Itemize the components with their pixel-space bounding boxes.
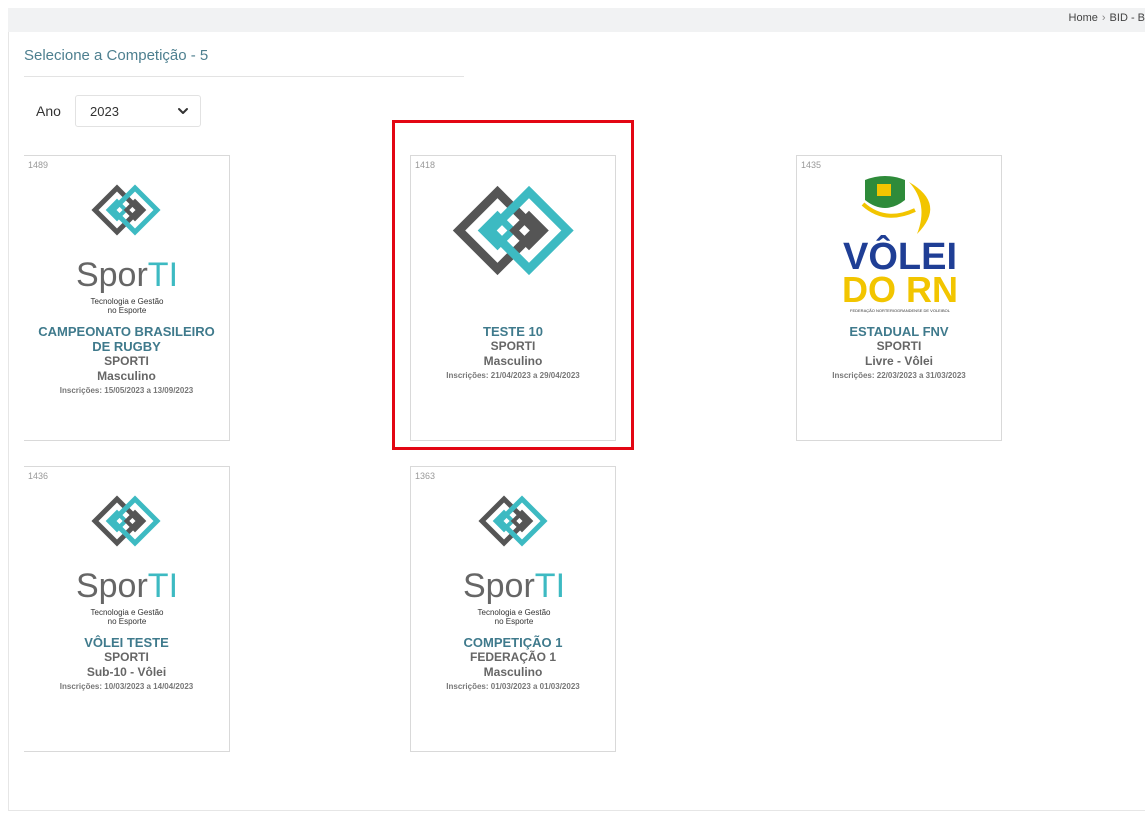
competition-name: TESTE 10 — [483, 324, 543, 339]
competition-logo: VÔLEI DO RN FEDERAÇÃO NORTERIOGRANDENSE … — [797, 174, 1001, 324]
competition-organizer: FEDERAÇÃO 1 — [469, 650, 556, 664]
breadcrumb: Home › BID - B — [1069, 12, 1145, 24]
competition-text: TESTE 10 SPORTI Masculino Inscrições: 21… — [417, 324, 609, 383]
competition-organizer: SPORTI — [104, 650, 149, 664]
svg-text:Tecnologia e Gestão: Tecnologia e Gestão — [91, 608, 164, 617]
competition-category: Masculino — [483, 354, 543, 368]
competition-id: 1436 — [28, 471, 49, 481]
year-select-value: 2023 — [90, 104, 119, 119]
svg-text:no Esporte: no Esporte — [108, 306, 147, 315]
competition-id: 1435 — [801, 160, 822, 170]
svg-text:no Esporte: no Esporte — [108, 617, 147, 626]
competition-card[interactable]: 1418 TESTE 10 SPORTI Masculino Inscriçõe… — [410, 155, 616, 441]
competition-name: CAMPEONATO BRASILEIRO DE RUGBY — [38, 324, 215, 354]
competition-logo: SporTI Tecnologia e Gestão no Esporte — [24, 174, 229, 324]
competition-registration-dates: Inscrições: 10/03/2023 a 14/04/2023 — [59, 682, 194, 691]
competition-category: Livre - Vôlei — [864, 354, 934, 368]
competition-logo — [411, 174, 615, 324]
competition-logo: SporTI Tecnologia e Gestão no Esporte — [24, 485, 229, 635]
competition-card[interactable]: 1363 SporTI Tecnologia e Gestão no Espor… — [410, 466, 616, 752]
volei-rn-logo: VÔLEI DO RN FEDERAÇÃO NORTERIOGRANDENSE … — [842, 176, 958, 313]
competition-logo: SporTI Tecnologia e Gestão no Esporte — [411, 485, 615, 635]
competition-card[interactable]: 1435 VÔLEI DO RN FEDERAÇÃO NORTERIOGRAND… — [796, 155, 1002, 441]
breadcrumb-home-link[interactable]: Home — [1069, 12, 1098, 24]
competition-text: CAMPEONATO BRASILEIRO DE RUGBY SPORTI Ma… — [30, 324, 223, 398]
year-label: Ano — [36, 103, 61, 119]
competition-category: Sub-10 - Vôlei — [86, 665, 167, 679]
svg-text:no Esporte: no Esporte — [495, 617, 534, 626]
svg-text:DO RN: DO RN — [842, 269, 958, 310]
competition-id: 1363 — [415, 471, 436, 481]
competition-organizer: SPORTI — [876, 339, 922, 353]
title-divider — [24, 76, 464, 77]
year-select[interactable]: 2023 — [75, 95, 201, 127]
competition-card[interactable]: 1436 SporTI Tecnologia e Gestão no Espor… — [24, 466, 230, 752]
page-title: Selecione a Competição - 5 — [24, 47, 209, 64]
svg-text:Tecnologia e Gestão: Tecnologia e Gestão — [478, 608, 551, 617]
competition-category: Masculino — [483, 665, 543, 679]
logo-wordmark: SporTI — [76, 256, 178, 294]
competition-name: ESTADUAL FNV — [849, 324, 949, 339]
competition-registration-dates: Inscrições: 22/03/2023 a 31/03/2023 — [832, 371, 966, 380]
competition-registration-dates: Inscrições: 15/05/2023 a 13/09/2023 — [59, 386, 194, 395]
competition-category: Masculino — [97, 369, 156, 383]
chevron-down-icon — [178, 108, 188, 114]
competition-id: 1489 — [28, 160, 49, 170]
sporti-icon-logo — [452, 185, 574, 276]
logo-wordmark: SporTI — [76, 567, 178, 605]
sporti-logo: SporTI Tecnologia e Gestão no Esporte — [76, 495, 178, 626]
competition-registration-dates: Inscrições: 01/03/2023 a 01/03/2023 — [446, 682, 580, 691]
competition-id: 1418 — [415, 160, 436, 170]
sporti-logo: SporTI Tecnologia e Gestão no Esporte — [76, 184, 178, 315]
top-bar: Home › BID - B — [8, 8, 1145, 32]
competition-name: COMPETIÇÃO 1 — [463, 635, 563, 650]
svg-text:FEDERAÇÃO NORTERIOGRANDENSE DE: FEDERAÇÃO NORTERIOGRANDENSE DE VOLEIBOL — [850, 308, 951, 313]
competition-text: ESTADUAL FNV SPORTI Livre - Vôlei Inscri… — [803, 324, 995, 383]
competition-organizer: SPORTI — [104, 354, 149, 368]
competition-card[interactable]: 1489 SporTI Tecnologia e Gestão no Espor… — [24, 155, 230, 441]
sporti-logo: SporTI Tecnologia e Gestão no Esporte — [463, 495, 565, 626]
competition-organizer: SPORTI — [490, 339, 536, 353]
competition-text: VÔLEI TESTE SPORTI Sub-10 - Vôlei Inscri… — [30, 635, 223, 694]
breadcrumb-current[interactable]: BID - B — [1110, 12, 1145, 24]
competition-name: VÔLEI TESTE — [84, 635, 169, 650]
svg-text:Tecnologia e Gestão: Tecnologia e Gestão — [91, 297, 164, 306]
competition-text: COMPETIÇÃO 1 FEDERAÇÃO 1 Masculino Inscr… — [417, 635, 609, 694]
chevron-right-icon: › — [1101, 12, 1106, 24]
logo-wordmark: SporTI — [463, 567, 565, 605]
competition-registration-dates: Inscrições: 21/04/2023 a 29/04/2023 — [446, 371, 580, 380]
